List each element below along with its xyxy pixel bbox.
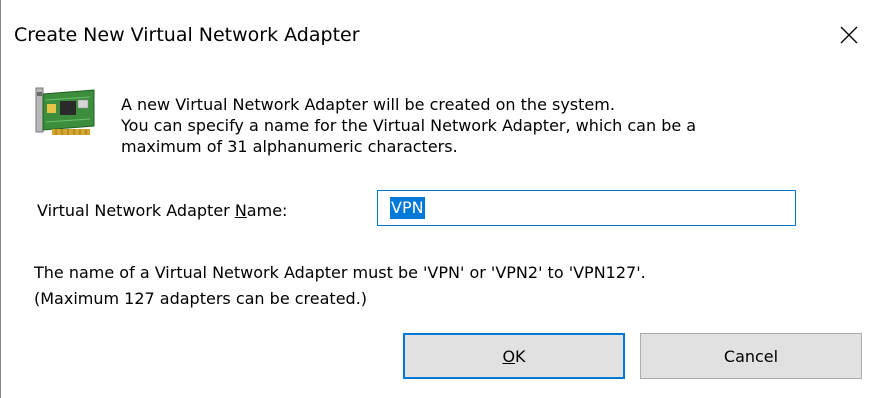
intro-line: You can specify a name for the Virtual N… bbox=[121, 116, 697, 135]
close-icon bbox=[840, 26, 858, 44]
label-text: ame: bbox=[246, 201, 288, 220]
network-adapter-card-icon bbox=[35, 87, 95, 135]
intro-line: maximum of 31 alphanumeric characters. bbox=[121, 137, 458, 156]
rules-line: (Maximum 127 adapters can be created.) bbox=[34, 289, 368, 308]
adapter-name-label: Virtual Network Adapter Name: bbox=[37, 200, 287, 222]
title-bar[interactable]: Create New Virtual Network Adapter bbox=[1, 0, 878, 72]
adapter-name-value: VPN bbox=[390, 197, 425, 219]
intro-description: A new Virtual Network Adapter will be cr… bbox=[121, 94, 696, 157]
ok-label-rest: K bbox=[515, 346, 526, 366]
close-button[interactable] bbox=[820, 14, 878, 56]
label-text: Virtual Network Adapter bbox=[37, 201, 235, 220]
label-mnemonic: N bbox=[234, 201, 247, 220]
rules-line: The name of a Virtual Network Adapter mu… bbox=[34, 263, 646, 282]
naming-rules: The name of a Virtual Network Adapter mu… bbox=[34, 260, 646, 312]
adapter-name-input[interactable]: VPN bbox=[377, 190, 796, 226]
cancel-button[interactable]: Cancel bbox=[640, 333, 862, 379]
ok-mnemonic: O bbox=[502, 346, 516, 366]
ok-button[interactable]: OK bbox=[403, 333, 625, 379]
intro-line: A new Virtual Network Adapter will be cr… bbox=[121, 95, 615, 114]
create-adapter-dialog: Create New Virtual Network Adapter A new bbox=[0, 0, 878, 398]
window-title: Create New Virtual Network Adapter bbox=[14, 24, 360, 46]
